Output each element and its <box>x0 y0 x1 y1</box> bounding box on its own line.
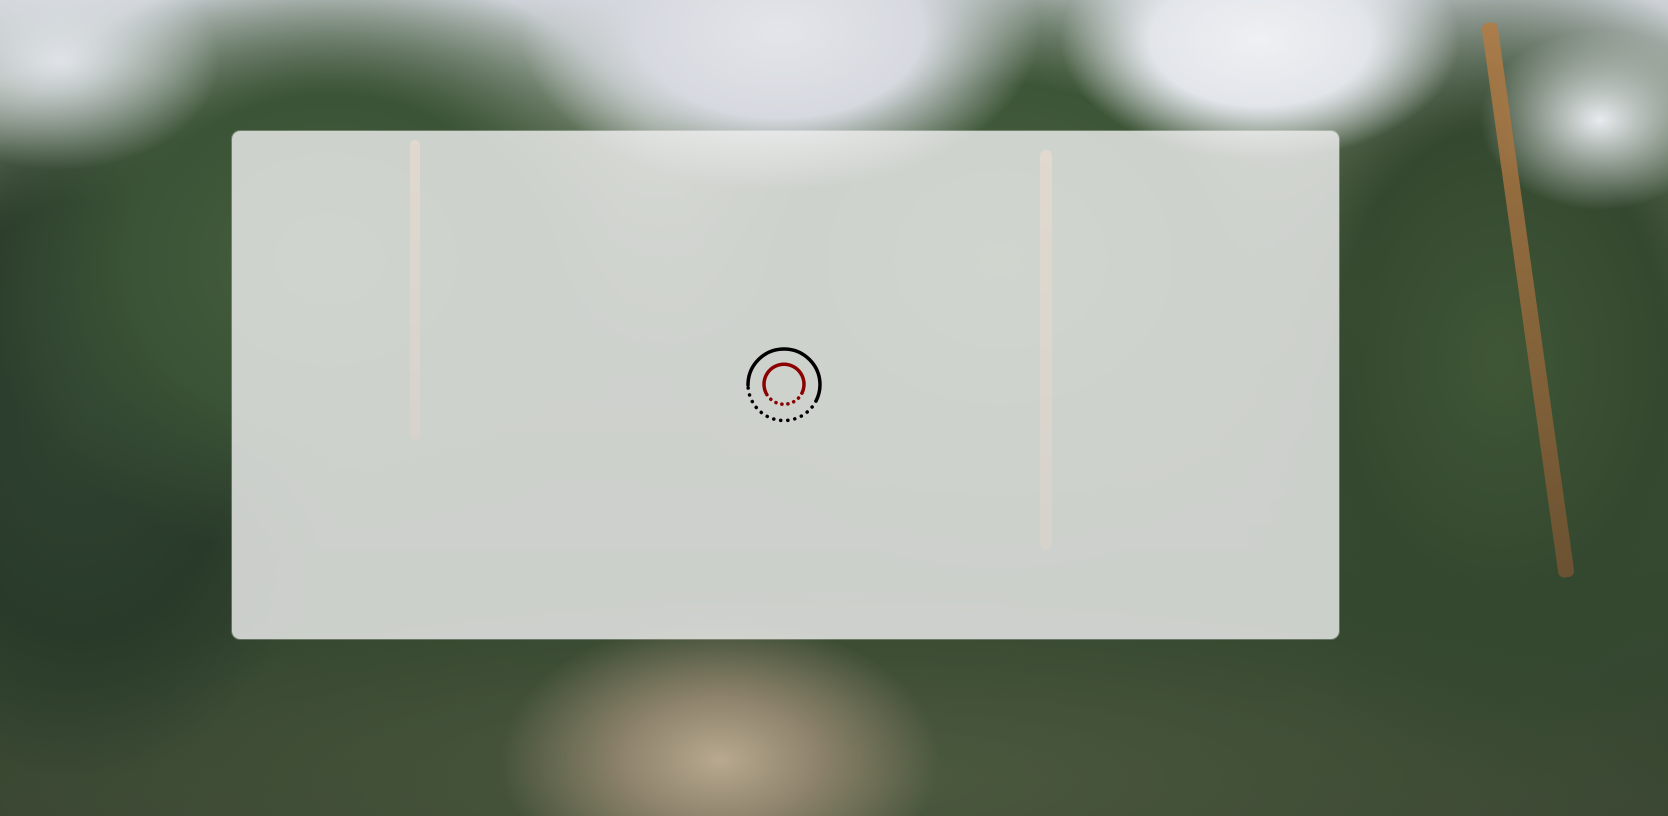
tree-trunk <box>1481 21 1575 579</box>
spinner-inner-ring <box>762 362 806 406</box>
loading-spinner-icon <box>742 343 826 427</box>
spinner-outer-ring <box>746 347 822 423</box>
page <box>0 0 1668 816</box>
